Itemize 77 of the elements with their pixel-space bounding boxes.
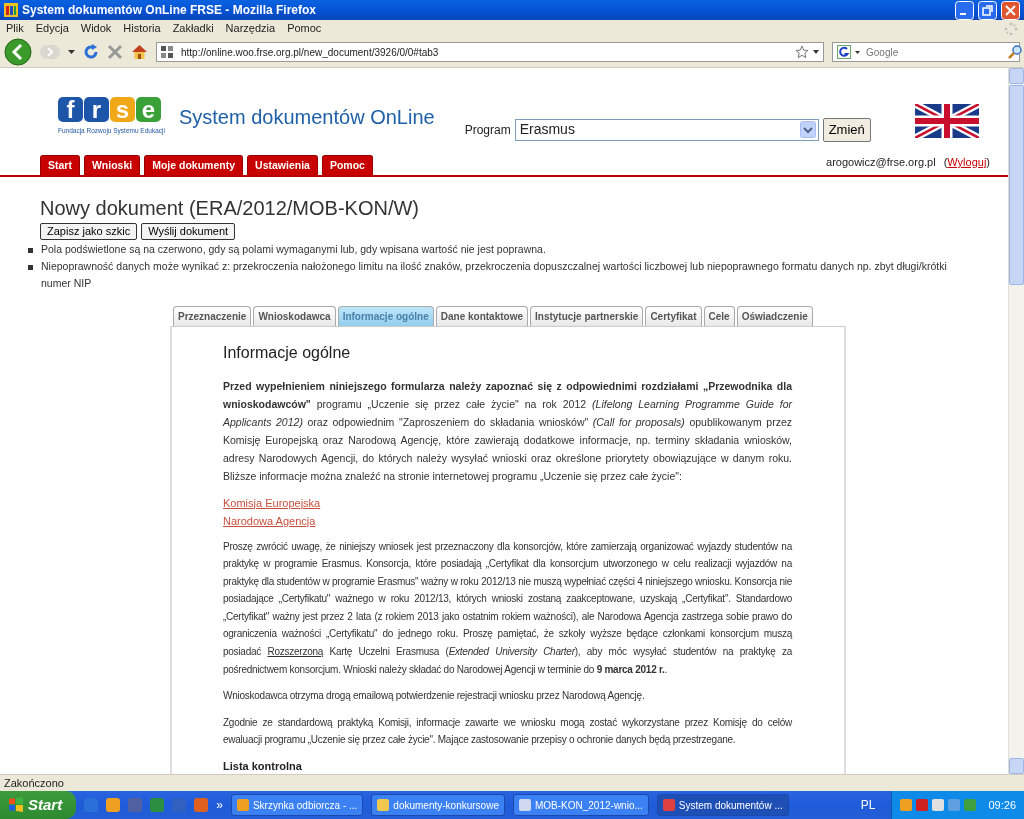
clock: 09:26 xyxy=(988,797,1016,813)
menu-item[interactable]: Widok xyxy=(74,20,118,37)
form-button[interactable]: Wyślij dokument xyxy=(141,222,236,240)
external-link[interactable]: Narodowa Agencja xyxy=(223,514,316,527)
logo-letter: s xyxy=(110,97,135,122)
stop-icon[interactable] xyxy=(107,44,123,60)
change-button[interactable]: Zmień xyxy=(822,118,871,142)
taskbar-button[interactable]: dokumenty-konkursowe xyxy=(371,794,505,816)
restore-icon[interactable] xyxy=(978,0,997,20)
window-title: System dokumentów OnLine FRSE - Mozilla Firefox xyxy=(22,2,318,19)
bullet-icon xyxy=(28,247,33,253)
user-email: arogowicz@frse.org.pl xyxy=(826,155,936,170)
note-text: Niepoprawność danych może wynikać z: przekroczenia nałożonego limitu na ilość znaków, przekroczenia dopuszczalnej wartości liczbowej lub niepoprawnego formatu danych np. zbyt długi/krótki numer NIP xyxy=(41,258,948,291)
form-tab[interactable]: Instytucje partnerskie xyxy=(530,305,644,326)
note-text: Pola podświetlone są na czerwono, gdy są polami wymaganymi lub, gdy wpisana wartość nie jest poprawna. xyxy=(41,241,546,257)
form-tab[interactable]: Certyfikat xyxy=(645,305,702,326)
taskbar-button[interactable]: Skrzynka odbiorcza - ... xyxy=(230,794,364,816)
quick-launch-icon[interactable] xyxy=(106,798,121,812)
app-icon xyxy=(4,3,18,17)
site-icon xyxy=(161,46,173,58)
star-icon[interactable] xyxy=(795,45,809,59)
section-heading: Informacje ogólne xyxy=(223,342,352,363)
taskbar-button[interactable]: System dokumentów ... xyxy=(656,794,789,816)
info-paragraph: Wnioskodawca otrzyma drogą emailową potwierdzenie rejestracji wniosku przez Narodową Agencję. xyxy=(223,689,646,704)
nav-tab[interactable]: Ustawienia xyxy=(247,154,318,175)
language-indicator[interactable]: PL xyxy=(860,796,876,814)
menu-item[interactable]: Zakładki xyxy=(166,20,220,37)
search-icon[interactable] xyxy=(1008,45,1022,59)
menu-item[interactable]: Narzędzia xyxy=(219,20,282,37)
dropdown-icon[interactable] xyxy=(799,121,816,139)
form-tab[interactable]: Wnioskodawca xyxy=(253,305,336,326)
flag-icon[interactable] xyxy=(915,104,979,138)
program-label: Program xyxy=(464,121,511,139)
home-icon[interactable] xyxy=(131,44,148,60)
caret-icon[interactable] xyxy=(855,50,860,54)
bullet-icon xyxy=(28,264,33,270)
site-title: System dokumentów OnLine xyxy=(178,105,435,130)
logout-link[interactable]: (Wyloguj) xyxy=(943,154,990,171)
nav-tab[interactable]: Wnioski xyxy=(83,154,141,175)
notice-paragraph: Proszę zwrócić uwagę, że niniejszy wniosek jest przeznaczony dla konsorcjów, które zamierzają organizować wyjazdy studentów na praktykę w programie Erasmus. Konsorcja, które posiadają „Certyfikat dla konsorcjum utworzonego w celu realizacji wyjazdów na praktykę dla studentów w programie Erasmus" ważny w roku 2012/13 nie muszą wypełniać części 4 niniejszego wniosku. Konsorcja nie posiadające „Certyfikatu" ważnego w roku 2012/13, których wnioski zostaną zaakceptowane, uzyskają „Certyfikat". Standardowo „Certyfikat" ważny jest przez 2 lata (z rokiem 2013 jako ostatnim rokiem ważności), ale Narodowa Agencja zastrzega sobie prawo do ograniczenia ważności „Certyfikatu" do jednego roku. Proszę pamiętać, że szkoły wyższe będące członkami konsorcjum muszą posiadać Rozszerzoną Kartę Uczelni Erasmusa (Extended University Charter), aby móc wysyłać studentów na praktykę za pośrednictwem konsorcjum. Wnioski należy składać do Narodowej Agencji w terminie do 9 marca 2012 r.. xyxy=(223,539,792,677)
search-box[interactable]: Google xyxy=(832,42,1020,62)
external-link[interactable]: Komisja Europejska xyxy=(223,496,321,509)
form-button[interactable]: Zapisz jako szkic xyxy=(40,222,138,240)
menu-item[interactable]: Edycja xyxy=(29,20,75,37)
overflow-button[interactable]: » xyxy=(216,796,223,814)
logo-letter: e xyxy=(136,97,161,122)
menu-item[interactable]: Pomoc xyxy=(281,20,328,37)
checklist-heading: Lista kontrolna xyxy=(223,759,303,774)
minimize-icon[interactable] xyxy=(955,0,974,20)
nav-tab[interactable]: Moje dokumenty xyxy=(144,154,244,175)
close-icon[interactable] xyxy=(1001,0,1020,20)
logo-letter: r xyxy=(84,97,109,122)
menu-item[interactable]: Plik xyxy=(0,20,30,37)
form-tab[interactable]: Przeznaczenie xyxy=(173,305,252,326)
search-engine-icon[interactable] xyxy=(837,45,851,59)
intro-paragraph: Przed wypełnieniem niniejszego formularza należy zapoznać się z odpowiednimi rozdziałami „Przewodnika dla wnioskodawców" programu „Uczenie się przez całe życie" na rok 2012 (Lifelong Learning Programme Guide for Applicants 2012) oraz odpowiednim "Zaproszeniem do składania wniosków" (Call for proposals) opublikowanym przez Komisję Europejską oraz Narodową Agencję, które zawierają dodatkowe informacje, np. terminy składania wniosków, adresy Narodowych Agencji, do których należy wysyłać wnioski oraz określone priorytety obowiązujące w danym roku. Bliższe informacje można znaleźć na stronie internetowej programu „Uczenie się przez całe życie": xyxy=(223,378,792,484)
logo-letter: f xyxy=(58,97,83,122)
document-title: Nowy dokument (ERA/2012/MOB-KON/W) xyxy=(40,195,420,221)
nav-tab[interactable]: Pomoc xyxy=(321,154,373,175)
back-icon[interactable] xyxy=(4,38,32,66)
address-field[interactable]: http://online.woo.frse.org.pl/new_document/3926/0/0#tab3 xyxy=(156,42,824,62)
taskbar-button[interactable]: MOB-KON_2012-wnio... xyxy=(512,794,649,816)
nav-tab[interactable]: Start xyxy=(40,154,80,175)
caret-icon[interactable] xyxy=(68,50,75,54)
form-tab[interactable]: Oświadczenie xyxy=(736,305,813,326)
caret-icon[interactable] xyxy=(813,50,819,54)
spinner-icon xyxy=(1004,21,1018,36)
menu-item[interactable]: Historia xyxy=(117,20,167,37)
form-tab[interactable]: Cele xyxy=(703,305,735,326)
windows-logo-icon xyxy=(8,797,24,813)
scrollbar[interactable] xyxy=(1008,68,1024,774)
reload-icon[interactable] xyxy=(83,44,99,60)
tray-icon[interactable] xyxy=(932,799,945,811)
info-paragraph: Zgodnie ze standardową praktyką Komisji, informacje zawarte we wniosku mogą zostać wykorzystane przez Komisję do celów ewaluacji programu „Uczenie się przez całe życie". Mające zastosowanie przepisy o ochronie danych będą przestrzegane. xyxy=(223,715,792,748)
form-tab[interactable]: Dane kontaktowe xyxy=(435,305,528,326)
start-button[interactable]: Start xyxy=(0,791,77,819)
program-select[interactable]: Erasmus xyxy=(514,118,819,141)
